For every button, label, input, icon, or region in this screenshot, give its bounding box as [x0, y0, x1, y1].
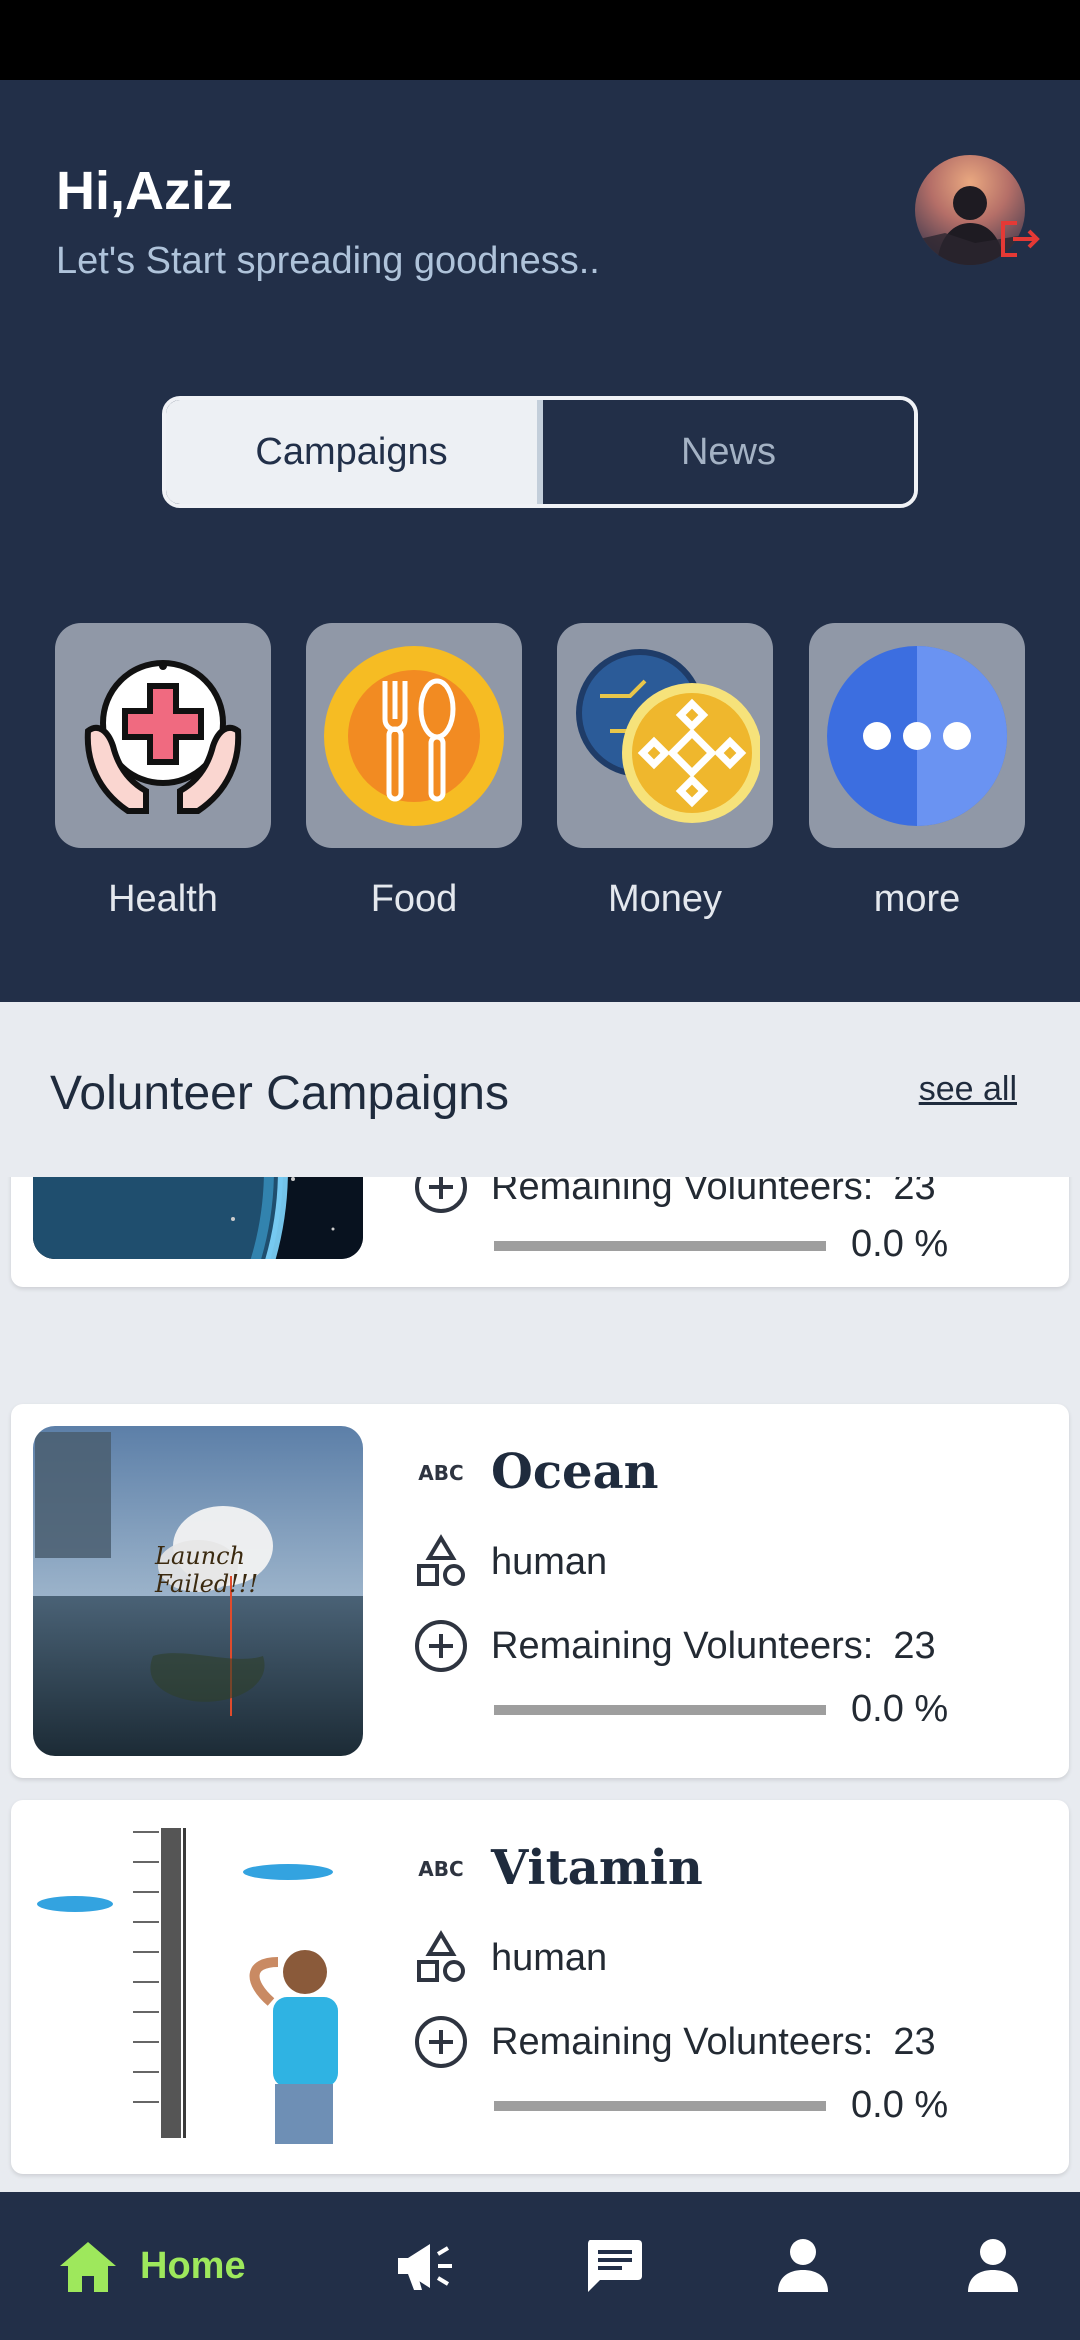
nav-messages[interactable]: [584, 2192, 644, 2340]
campaign-card[interactable]: Remaining Volunteers: 23 0.0 %: [11, 1177, 1069, 1287]
abc-icon: ABC: [411, 1442, 471, 1502]
coin-icon: [576, 648, 760, 823]
progress-percent: 0.0 %: [851, 2084, 949, 2126]
category-more[interactable]: more: [809, 623, 1025, 921]
category-money[interactable]: Money: [557, 623, 773, 921]
category-tile: [55, 623, 271, 848]
category-shapes-icon: [411, 1928, 471, 1988]
campaign-volunteers-row: Remaining Volunteers: 23: [411, 2012, 936, 2072]
greeting-title: Hi,Aziz: [56, 161, 234, 221]
campaign-title-row: ABC Ocean: [411, 1442, 659, 1502]
category-health[interactable]: Health: [55, 623, 271, 921]
svg-text:ABC: ABC: [418, 1857, 463, 1881]
campaign-type-row: human: [411, 1532, 607, 1592]
progress-percent: 0.0 %: [851, 1688, 949, 1730]
campaign-type: human: [491, 1540, 608, 1583]
nav-home[interactable]: Home: [58, 2192, 246, 2340]
progress-bar: [494, 2101, 826, 2111]
nav-home-label: Home: [140, 2244, 246, 2287]
campaign-type: human: [491, 1936, 608, 1979]
campaign-volunteers-row: Remaining Volunteers: 23: [411, 1177, 936, 1217]
category-tile: [809, 623, 1025, 848]
section-title: Volunteer Campaigns: [50, 1067, 509, 1120]
category-tile: [557, 623, 773, 848]
abc-icon: ABC: [411, 1838, 471, 1898]
add-circle-icon: [411, 1616, 471, 1676]
category-label: more: [873, 878, 961, 920]
category-list: Health Food Money more: [55, 623, 1025, 923]
remaining-volunteers-count: 23: [893, 2020, 936, 2063]
campaign-volunteers-row: Remaining Volunteers: 23: [411, 1616, 936, 1676]
greeting-subtitle: Let's Start spreading goodness..: [56, 240, 600, 282]
campaigns-news-toggle: Campaigns News: [162, 396, 918, 508]
campaign-title: Ocean: [491, 1444, 659, 1500]
category-label: Health: [108, 878, 218, 920]
logout-icon[interactable]: [995, 215, 1043, 263]
tab-campaigns[interactable]: Campaigns: [166, 400, 543, 504]
nav-profile[interactable]: [776, 2192, 830, 2340]
progress-bar: [494, 1705, 826, 1715]
image-caption: Launch Failed!!!: [155, 1542, 259, 1598]
campaign-title: Vitamin: [491, 1840, 703, 1896]
add-circle-icon: [411, 1177, 471, 1217]
progress-bar: [494, 1241, 826, 1251]
category-label: Food: [370, 878, 458, 920]
megaphone-icon: [398, 2244, 452, 2290]
campaign-image: [33, 1177, 363, 1259]
tab-news[interactable]: News: [543, 400, 914, 504]
status-bar: [0, 0, 1080, 80]
campaign-list[interactable]: Remaining Volunteers: 23 0.0 % Launch Fa…: [0, 1177, 1080, 2192]
campaign-type-row: human: [411, 1928, 607, 1988]
category-shapes-icon: [411, 1532, 471, 1592]
remaining-volunteers-label: Remaining Volunteers:: [491, 1177, 874, 1208]
fork-spoon-icon: [324, 645, 504, 826]
progress-percent: 0.0 %: [851, 1223, 949, 1265]
more-dots-icon: [827, 645, 1007, 826]
chat-icon: [588, 2240, 642, 2292]
category-food[interactable]: Food: [306, 623, 522, 921]
remaining-volunteers-count: 23: [893, 1177, 936, 1208]
person-icon: [968, 2239, 1018, 2292]
add-circle-icon: [411, 2012, 471, 2072]
campaign-title-row: ABC Vitamin: [411, 1838, 703, 1898]
remaining-volunteers-label: Remaining Volunteers:: [491, 1624, 874, 1667]
campaign-card[interactable]: ABC Vitamin human Remaining Volunteers: …: [11, 1800, 1069, 2174]
volunteer-campaigns-header: Volunteer Campaigns see all: [0, 1002, 1080, 1177]
campaign-image: [33, 1822, 363, 2152]
campaign-card[interactable]: Launch Failed!!! ABC Ocean human Remaini…: [11, 1404, 1069, 1778]
health-hands-icon: [84, 659, 242, 814]
remaining-volunteers-count: 23: [893, 1624, 936, 1667]
nav-campaigns[interactable]: [394, 2192, 456, 2340]
nav-account[interactable]: [966, 2192, 1020, 2340]
remaining-volunteers-label: Remaining Volunteers:: [491, 2020, 874, 2063]
person-icon: [778, 2239, 828, 2292]
see-all-link[interactable]: see all: [919, 1070, 1017, 1109]
bottom-nav: Home: [0, 2192, 1080, 2340]
header: Hi,Aziz Let's Start spreading goodness..…: [0, 80, 1080, 1002]
home-icon: [60, 2242, 116, 2292]
svg-text:ABC: ABC: [418, 1461, 463, 1485]
category-tile: [306, 623, 522, 848]
category-label: Money: [607, 878, 723, 920]
